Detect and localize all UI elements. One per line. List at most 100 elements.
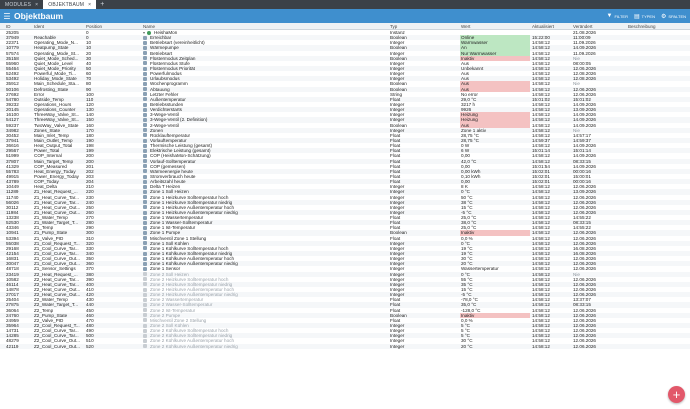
tab-objektbaum[interactable]: OBJEKTBAUM × [43, 0, 97, 9]
variable-icon [143, 236, 147, 241]
tab-modules[interactable]: MODULES × [0, 0, 43, 9]
variable-icon [143, 87, 147, 92]
column-header-wert[interactable]: Wert [460, 23, 530, 30]
cell-position: 520 [86, 343, 94, 349]
action-spalten[interactable]: ⚙ SPALTEN [661, 13, 686, 20]
column-header-typ[interactable]: Typ [390, 23, 458, 30]
action-filter[interactable]: ▼ FILTER [607, 13, 628, 20]
filter-icon: ▼ [606, 13, 613, 19]
types-icon: ▤ [633, 13, 640, 20]
variable-icon [143, 251, 147, 256]
variable-icon [143, 153, 147, 158]
cell-typ: Integer [390, 343, 405, 349]
variable-icon [143, 123, 147, 128]
column-header-beschreibung[interactable]: Beschreibung [628, 23, 688, 30]
variable-icon [143, 138, 147, 143]
variable-icon [143, 318, 147, 323]
variable-icon [143, 215, 147, 220]
variable-icon [143, 81, 147, 86]
column-header-aktualisiert[interactable]: Aktualisiert [532, 23, 572, 30]
variable-icon [143, 297, 147, 302]
variable-icon [143, 40, 147, 45]
header: ☰ Objektbaum ▼ FILTER ▤ TYPEN ⚙ SPALTEN [0, 9, 690, 23]
action-typen[interactable]: ▤ TYPEN [634, 13, 655, 20]
variable-icon [143, 51, 147, 56]
variable-icon [143, 35, 147, 40]
cell-aktualisiert: 14:58:12 [532, 343, 550, 349]
object-name: Zone 2 Kühlkurve Außentemperatur niedrig [150, 343, 238, 349]
column-header-ident[interactable]: Ident [34, 23, 84, 30]
variable-icon [143, 287, 147, 292]
variable-icon [143, 277, 147, 282]
menu-icon[interactable]: ☰ [0, 12, 14, 21]
variable-icon [143, 174, 147, 179]
variable-icon [143, 46, 147, 50]
variable-icon [143, 220, 147, 225]
variable-icon [143, 210, 147, 215]
cell-id: 42119 [6, 343, 19, 349]
variable-icon [143, 344, 147, 349]
tab-label: OBJEKTBAUM [48, 1, 85, 8]
cell-wert: 20 °C [461, 343, 473, 349]
variable-icon [143, 164, 147, 169]
cell-ident: Z2_Cool_Curve_Out... [34, 343, 80, 349]
cell-veraendert: 12.06.2026 [573, 343, 596, 349]
variable-icon [143, 92, 147, 97]
variable-icon [143, 159, 147, 164]
column-header-veraendert[interactable]: Verändert [573, 23, 628, 30]
variable-icon [143, 184, 147, 189]
variable-icon [143, 282, 147, 287]
object-tree-table: 25205 0 ▾ HeishaMon Instanz 21.08.2026 37949 Re… [0, 30, 690, 409]
variable-icon [143, 328, 147, 333]
variable-icon [143, 292, 147, 297]
variable-icon [143, 272, 147, 277]
variable-icon [143, 189, 147, 194]
variable-icon [143, 303, 147, 308]
variable-icon [143, 313, 147, 318]
variable-icon [143, 308, 147, 313]
instance-icon [147, 30, 152, 35]
column-header-name[interactable]: Name [143, 23, 388, 30]
table-row[interactable]: 42119 Z2_Cool_Curve_Out... 520 Zone 2 Kühlk… [0, 343, 690, 349]
cell-name: Zone 2 Kühlkurve Außentemperatur niedrig [143, 344, 388, 349]
variable-icon [143, 339, 147, 344]
variable-icon [143, 169, 147, 174]
tab-bar: MODULES × OBJEKTBAUM × + [0, 0, 690, 9]
variable-icon [143, 97, 147, 102]
add-object-button[interactable]: + [668, 386, 685, 403]
variable-icon [143, 117, 147, 122]
variable-icon [143, 256, 147, 261]
variable-icon [143, 143, 147, 148]
variable-icon [143, 333, 147, 338]
variable-icon [143, 71, 147, 76]
tab-label: MODULES [5, 1, 32, 8]
variable-icon [143, 323, 147, 328]
variable-icon [143, 195, 147, 200]
variable-icon [143, 241, 147, 246]
variable-icon [143, 261, 147, 266]
variable-icon [143, 179, 147, 184]
page-title: Objektbaum [14, 11, 64, 21]
variable-icon [143, 133, 147, 138]
variable-icon [143, 61, 147, 66]
action-label: SPALTEN [668, 13, 686, 19]
close-icon[interactable]: × [35, 2, 38, 8]
action-label: TYPEN [641, 13, 655, 19]
variable-icon [143, 231, 147, 236]
header-actions: ▼ FILTER ▤ TYPEN ⚙ SPALTEN [607, 13, 690, 20]
variable-icon [143, 56, 147, 61]
variable-icon [143, 107, 147, 112]
variable-icon [143, 200, 147, 205]
table-header: ID Ident Position Name Typ Wert Aktualis… [0, 23, 690, 30]
variable-icon [143, 246, 147, 251]
column-header-id[interactable]: ID [6, 23, 34, 30]
variable-icon [143, 76, 147, 81]
variable-icon [143, 225, 147, 230]
column-header-position[interactable]: Position [86, 23, 116, 30]
close-icon[interactable]: × [88, 2, 91, 8]
variable-icon [143, 102, 147, 107]
save-icon: ⚙ [660, 13, 667, 20]
add-tab-icon[interactable]: + [96, 0, 108, 9]
variable-icon [143, 112, 147, 117]
variable-icon [143, 267, 147, 272]
